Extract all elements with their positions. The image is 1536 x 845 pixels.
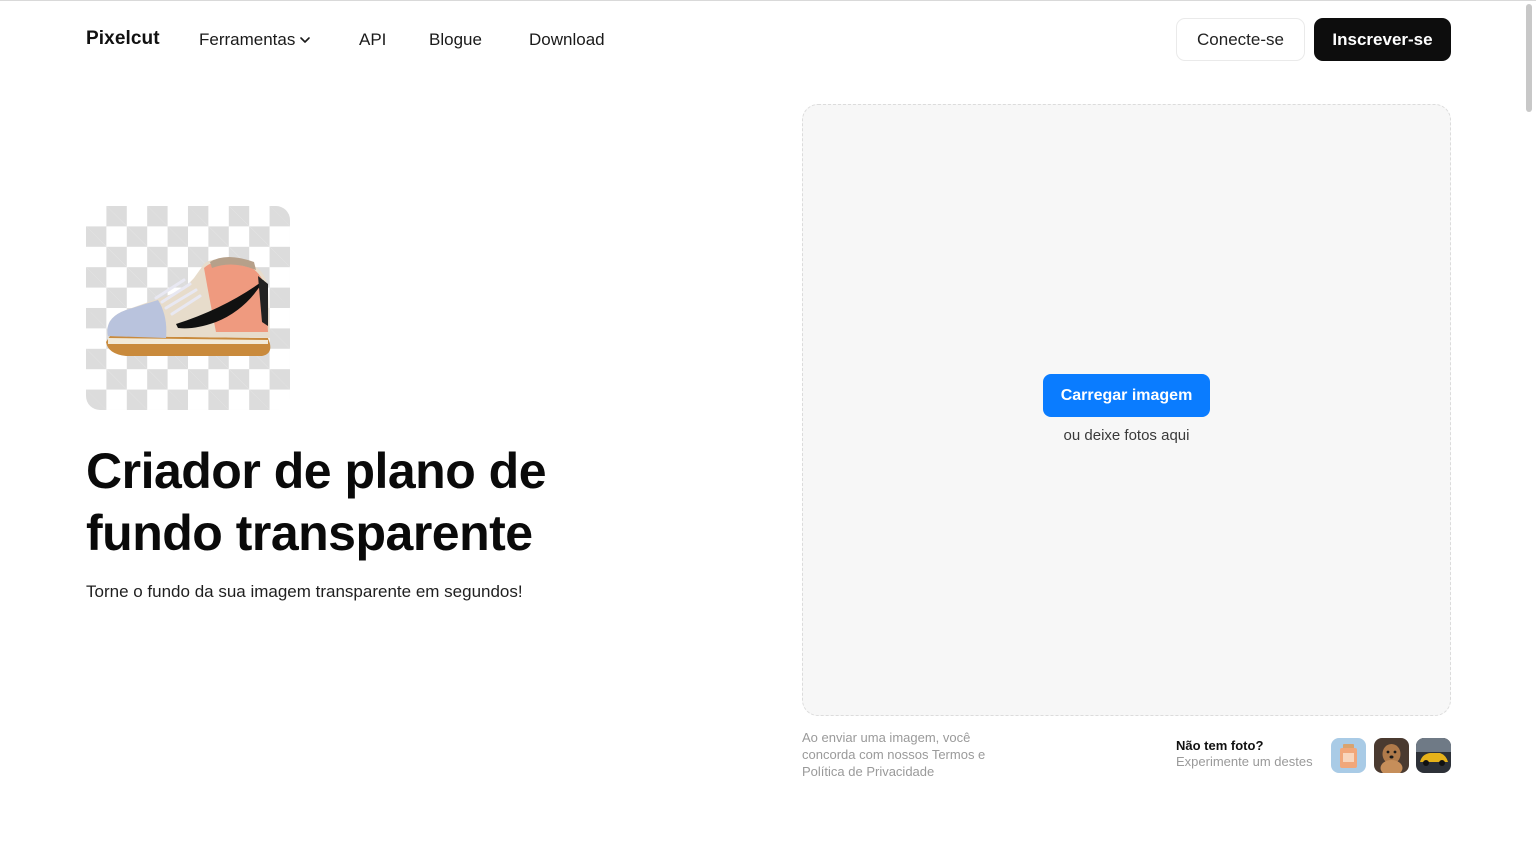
sneaker-illustration xyxy=(106,257,271,356)
nav-blog-link[interactable]: Blogue xyxy=(429,30,482,50)
signup-button[interactable]: Inscrever-se xyxy=(1314,18,1451,61)
no-photo-question: Não tem foto? xyxy=(1176,738,1264,753)
pixelcut-logo[interactable]: Pixelcut xyxy=(86,28,160,50)
terms-privacy-notice[interactable]: Ao enviar uma imagem, você concorda com … xyxy=(802,729,1012,780)
page-scrollbar[interactable] xyxy=(1526,4,1532,112)
no-photo-suggestion: Experimente um destes xyxy=(1176,754,1313,769)
nav-download-link[interactable]: Download xyxy=(529,30,605,50)
hero-sneaker-image xyxy=(86,206,290,410)
no-photo-prompt: Não tem foto? Experimente um destes xyxy=(1176,738,1313,770)
sample-perfume-thumbnail[interactable] xyxy=(1331,738,1366,773)
login-button[interactable]: Conecte-se xyxy=(1176,18,1305,61)
nav-tools-label: Ferramentas xyxy=(199,30,296,49)
hero-title: Criador de plano de fundo transparente xyxy=(86,443,547,561)
nav-tools-menu[interactable]: Ferramentas xyxy=(199,30,311,50)
sample-car-thumbnail[interactable] xyxy=(1416,738,1451,773)
site-header: Pixelcut Ferramentas API Blogue Download… xyxy=(0,0,1536,80)
upload-image-button[interactable]: Carregar imagem xyxy=(1043,374,1210,417)
drop-hint-text: ou deixe fotos aqui xyxy=(1063,427,1190,444)
nav-api-link[interactable]: API xyxy=(359,30,386,50)
hero-subtitle: Torne o fundo da sua imagem transparente… xyxy=(86,582,523,601)
chevron-down-icon xyxy=(300,37,311,43)
sample-dog-thumbnail[interactable] xyxy=(1374,738,1409,773)
